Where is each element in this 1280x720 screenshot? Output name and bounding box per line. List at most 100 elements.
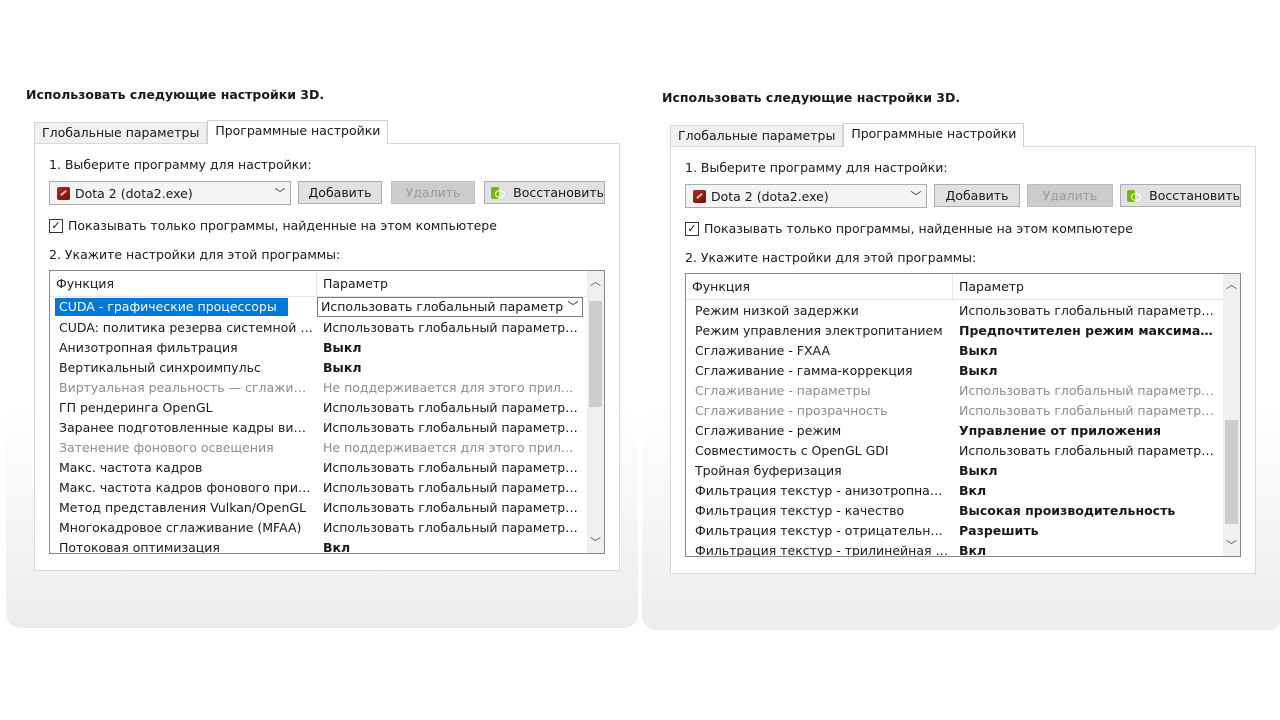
restore-button[interactable]: Восстановить bbox=[484, 181, 605, 204]
right-settings-panel: Использовать следующие настройки 3D. Гло… bbox=[642, 78, 1280, 630]
table-row[interactable]: Анизотропная фильтрация Выкл bbox=[50, 337, 587, 357]
table-row[interactable]: Заранее подготовленные кадры виртуа... Ис… bbox=[50, 417, 587, 437]
table-row[interactable]: Сглаживание - прозрачность Использовать г… bbox=[686, 400, 1223, 420]
table-row[interactable]: Фильтрация текстур - качество Высокая про… bbox=[686, 500, 1223, 520]
column-parameter[interactable]: Параметр bbox=[953, 274, 1024, 299]
restore-button-label: Восстановить bbox=[1149, 188, 1240, 203]
table-row[interactable]: Сглаживание - FXAA Выкл bbox=[686, 340, 1223, 360]
step1-label: 1. Выберите программу для настройки: bbox=[685, 160, 948, 175]
function-cell: Виртуальная реальность — сглаживани... bbox=[59, 379, 313, 395]
vertical-scrollbar[interactable]: ︿ ﹀ bbox=[587, 271, 604, 553]
scrollbar-thumb[interactable] bbox=[589, 301, 602, 407]
function-cell: Анизотропная фильтрация bbox=[59, 339, 238, 355]
function-cell: Метод представления Vulkan/OpenGL bbox=[59, 499, 307, 515]
parameter-cell: Использовать глобальный параметр (В... bbox=[323, 519, 581, 535]
table-row[interactable]: ГП рендеринга OpenGL Использовать глобаль… bbox=[50, 397, 587, 417]
parameter-cell: Использовать глобальный параметр (В... bbox=[323, 459, 581, 475]
add-button[interactable]: Добавить bbox=[934, 184, 1020, 207]
program-select-value: Dota 2 (dota2.exe) bbox=[75, 185, 193, 201]
tab-global-settings[interactable]: Глобальные параметры bbox=[34, 122, 208, 144]
parameter-cell: Выкл bbox=[959, 462, 998, 478]
function-cell: Сглаживание - прозрачность bbox=[695, 402, 888, 418]
function-cell: Фильтрация текстур - качество bbox=[695, 502, 905, 518]
table-row[interactable]: Режим управления электропитанием Предпочт… bbox=[686, 320, 1223, 340]
tab-program-settings[interactable]: Программные настройки bbox=[207, 120, 389, 144]
function-cell: Макс. частота кадров bbox=[59, 459, 203, 475]
function-cell: CUDA - графические процессоры bbox=[55, 298, 288, 316]
table-row[interactable]: CUDA - графические процессоры Использоват… bbox=[50, 297, 587, 317]
function-cell: Сглаживание - гамма-коррекция bbox=[695, 362, 913, 378]
program-select[interactable]: Dota 2 (dota2.exe) ﹀ bbox=[49, 181, 291, 205]
remove-button[interactable]: Удалить bbox=[1027, 184, 1113, 207]
function-cell: Многокадровое сглаживание (MFAA) bbox=[59, 519, 302, 535]
table-row[interactable]: Сглаживание - гамма-коррекция Выкл bbox=[686, 360, 1223, 380]
vertical-scrollbar[interactable]: ︿ ﹀ bbox=[1223, 274, 1240, 556]
table-row[interactable]: Многокадровое сглаживание (MFAA) Использо… bbox=[50, 517, 587, 537]
tab-strip: Глобальные параметры Программные настрой… bbox=[670, 123, 1025, 147]
table-row[interactable]: Потоковая оптимизация Вкл bbox=[50, 537, 587, 554]
parameter-cell: Использовать глобальный параметр (Н... bbox=[959, 382, 1217, 398]
column-function[interactable]: Функция bbox=[50, 271, 317, 296]
parameter-cell: Управление от приложения bbox=[959, 422, 1162, 438]
show-installed-only-checkbox[interactable]: ✓ Показывать только программы, найденные… bbox=[685, 221, 1133, 236]
parameter-cell: Использовать глобальный параметр (А... bbox=[323, 499, 581, 515]
parameter-dropdown[interactable]: Использовать глобальный параметр (Все)﹀ bbox=[317, 297, 583, 317]
step2-label: 2. Укажите настройки для этой программы: bbox=[685, 250, 977, 265]
program-select[interactable]: Dota 2 (dota2.exe) ﹀ bbox=[685, 184, 927, 208]
scroll-down-icon[interactable]: ﹀ bbox=[1223, 537, 1240, 554]
function-cell: Тройная буферизация bbox=[695, 462, 842, 478]
nvidia-icon bbox=[491, 186, 506, 199]
table-row[interactable]: Вертикальный синхроимпульс Выкл bbox=[50, 357, 587, 377]
table-row[interactable]: Фильтрация текстур - трилинейная опт... В… bbox=[686, 540, 1223, 557]
chevron-down-icon: ﹀ bbox=[567, 300, 579, 313]
tab-program-settings[interactable]: Программные настройки bbox=[843, 123, 1025, 147]
scroll-down-icon[interactable]: ﹀ bbox=[587, 534, 604, 551]
restore-button[interactable]: Восстановить bbox=[1120, 184, 1241, 207]
column-function[interactable]: Функция bbox=[686, 274, 953, 299]
table-row[interactable]: Совместимость с OpenGL GDI Использовать г… bbox=[686, 440, 1223, 460]
parameter-dropdown-value: Использовать глобальный параметр (Все) bbox=[321, 299, 564, 314]
table-row[interactable]: Тройная буферизация Выкл bbox=[686, 460, 1223, 480]
program-settings-page: 1. Выберите программу для настройки: Dot… bbox=[34, 143, 620, 571]
table-row[interactable]: Сглаживание - параметры Использовать глоб… bbox=[686, 380, 1223, 400]
parameter-cell: Вкл bbox=[959, 542, 987, 557]
parameter-cell: Использовать глобальный параметр (А... bbox=[323, 399, 581, 415]
checkbox-label: Показывать только программы, найденные н… bbox=[704, 221, 1133, 236]
table-header: Функция Параметр bbox=[50, 271, 587, 297]
parameter-cell: Разрешить bbox=[959, 522, 1039, 538]
parameter-cell: Использовать глобальный параметр (В... bbox=[959, 302, 1217, 318]
function-cell: Фильтрация текстур - трилинейная опт... bbox=[695, 542, 949, 557]
add-button[interactable]: Добавить bbox=[298, 181, 382, 204]
show-installed-only-checkbox[interactable]: ✓ Показывать только программы, найденные… bbox=[49, 218, 497, 233]
table-row[interactable]: Макс. частота кадров Использовать глобаль… bbox=[50, 457, 587, 477]
scroll-up-icon[interactable]: ︿ bbox=[1223, 276, 1240, 293]
table-row[interactable]: Сглаживание - режим Управление от приложе… bbox=[686, 420, 1223, 440]
function-cell: ГП рендеринга OpenGL bbox=[59, 399, 213, 415]
function-cell: Вертикальный синхроимпульс bbox=[59, 359, 261, 375]
table-row[interactable]: Затенение фонового освещения Не поддержив… bbox=[50, 437, 587, 457]
parameter-cell: Выкл bbox=[959, 362, 998, 378]
function-cell: Режим управления электропитанием bbox=[695, 322, 943, 338]
parameter-cell: Не поддерживается для этого приложе... bbox=[323, 379, 581, 395]
parameter-cell: Выкл bbox=[323, 339, 362, 355]
parameter-cell: Использовать глобальный параметр (А... bbox=[959, 442, 1217, 458]
scroll-up-icon[interactable]: ︿ bbox=[587, 273, 604, 290]
parameter-cell: Вкл bbox=[323, 539, 351, 554]
table-row[interactable]: Фильтрация текстур - отрицательное о... Р… bbox=[686, 520, 1223, 540]
table-row[interactable]: Макс. частота кадров фонового прилож... И… bbox=[50, 477, 587, 497]
table-row[interactable]: Виртуальная реальность — сглаживани... Не… bbox=[50, 377, 587, 397]
table-row[interactable]: Метод представления Vulkan/OpenGL Использ… bbox=[50, 497, 587, 517]
function-cell: Макс. частота кадров фонового прилож... bbox=[59, 479, 313, 495]
checkbox-label: Показывать только программы, найденные н… bbox=[68, 218, 497, 233]
tab-global-settings[interactable]: Глобальные параметры bbox=[670, 125, 844, 147]
column-parameter[interactable]: Параметр bbox=[317, 271, 388, 296]
function-cell: Режим низкой задержки bbox=[695, 302, 859, 318]
table-row[interactable]: Режим низкой задержки Использовать глобал… bbox=[686, 300, 1223, 320]
scrollbar-thumb[interactable] bbox=[1225, 420, 1238, 524]
step2-label: 2. Укажите настройки для этой программы: bbox=[49, 247, 341, 262]
table-row[interactable]: Фильтрация текстур - анизотропная оп... В… bbox=[686, 480, 1223, 500]
remove-button[interactable]: Удалить bbox=[391, 181, 475, 204]
dota2-icon bbox=[57, 186, 70, 200]
table-row[interactable]: CUDA: политика резерва системной пам... И… bbox=[50, 317, 587, 337]
function-cell: Затенение фонового освещения bbox=[59, 439, 274, 455]
